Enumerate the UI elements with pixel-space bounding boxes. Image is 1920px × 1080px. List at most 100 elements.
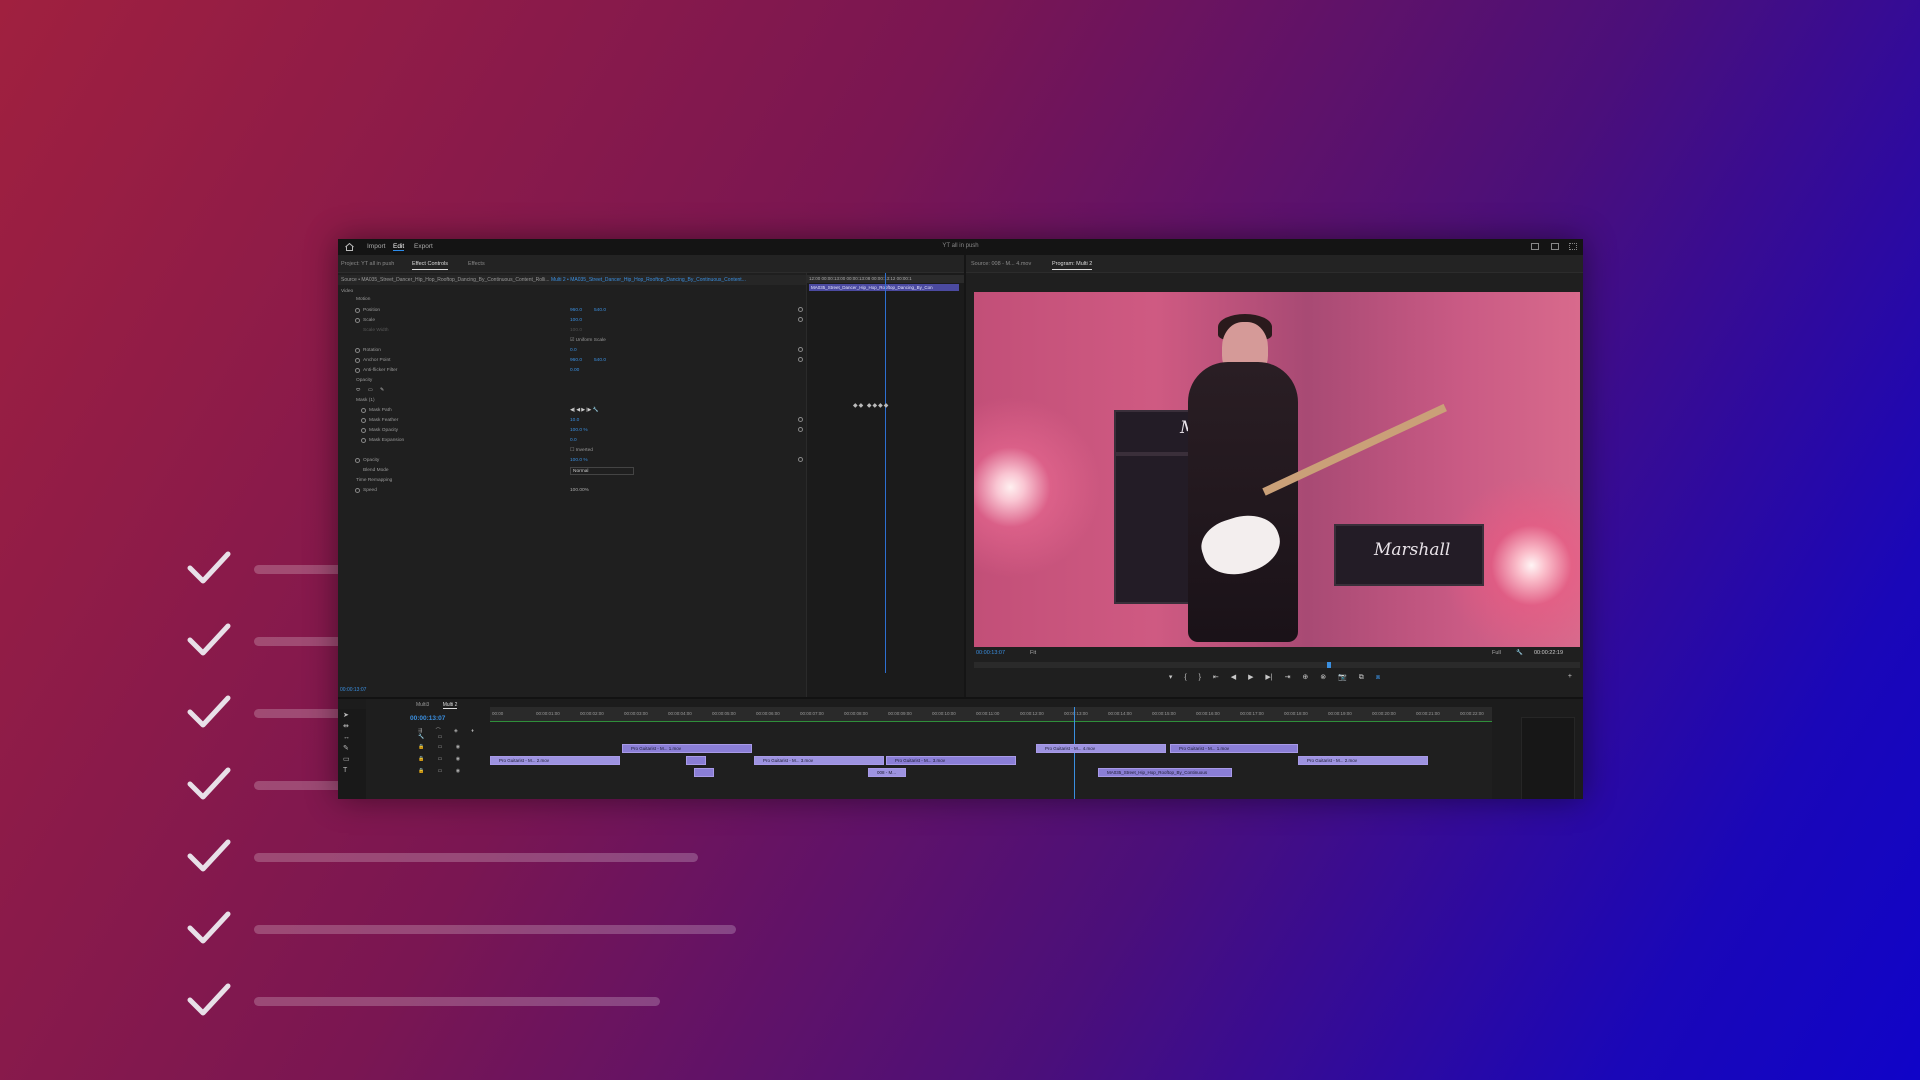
speed-row[interactable]: Speed 100.00% [338,486,803,496]
mask-opacity-row[interactable]: Mask Opacity 100.0 % [338,426,803,436]
mask-path-row[interactable]: Mask Path ◀| ◀ ▶ |▶ 🔧 [338,406,803,416]
tab-program[interactable]: Program: Multi 2 [1052,261,1093,270]
multicam-icon[interactable]: ⧈ [1376,674,1380,682]
stopwatch-icon[interactable] [355,488,360,493]
time-remap-row[interactable]: Time Remapping [338,476,803,486]
position-x-value[interactable]: 960.0 [570,306,582,316]
speed-value[interactable]: 100.00% [570,486,589,496]
mask-opacity-value[interactable]: 100.0 % [570,426,588,436]
source-label[interactable]: Source • MA035_Street_Dancer_Hip_Hop_Roo… [341,277,550,283]
ec-timecode[interactable]: 00:00:13:07 [340,687,366,693]
timeline-clip[interactable]: Pro Guitarist - M... 1.mov [622,744,752,753]
stopwatch-icon[interactable] [355,358,360,363]
tab-multi3[interactable]: Multi3 [416,702,429,708]
stopwatch-icon[interactable] [355,368,360,373]
export-frame-icon[interactable]: 📷 [1338,673,1347,681]
pen-mask-icon[interactable]: ✎ [380,386,384,396]
opacity-value[interactable]: 100.0 % [570,456,588,466]
overwrite-icon[interactable]: ⊗ [1320,673,1326,681]
anchor-y-value[interactable]: 540.0 [594,356,606,366]
work-area-bar[interactable] [490,721,1492,722]
blend-mode-row[interactable]: Blend Mode Normal [338,466,803,476]
stopwatch-icon[interactable] [355,318,360,323]
mark-out-icon[interactable]: } [1199,674,1201,681]
stopwatch-icon[interactable] [355,458,360,463]
sequence-label[interactable]: Multi 2 • MA035_Street_Dancer_Hip_Hop_Ro… [551,277,746,283]
stopwatch-icon[interactable] [355,348,360,353]
timeline-tracks[interactable]: 00:00 00:00:01:00 00:00:02:00 00:00:03:00 00… [490,707,1492,799]
program-playhead[interactable] [1327,662,1331,668]
go-to-in-icon[interactable]: ⇤ [1213,673,1219,681]
add-button-icon[interactable]: + [1568,673,1572,680]
inverted-row[interactable]: ☐ Inverted [338,446,803,456]
pen-tool-icon[interactable]: ✎ [343,745,353,753]
insert-icon[interactable]: ⊕ [1302,673,1308,681]
mask-expansion-value[interactable]: 0.0 [570,436,577,446]
position-y-value[interactable]: 540.0 [594,306,606,316]
reset-icon[interactable] [798,457,803,462]
ellipse-mask-icon[interactable]: ⬭ [356,386,360,396]
quality-select[interactable]: Full [1492,650,1501,656]
timeline-tools-row[interactable]: ⇶ ⌒ ◈ ♦ 🔧 ▭ [418,727,490,740]
scale-value[interactable]: 100.0 [570,316,582,326]
play-icon[interactable]: ▶ [1248,673,1253,681]
step-back-icon[interactable]: ◀ [1231,673,1236,681]
tab-multi2[interactable]: Multi 2 [442,702,458,709]
scale-row[interactable]: Scale 100.0 [338,316,803,326]
settings-icon[interactable]: 🔧 [1516,650,1523,656]
position-row[interactable]: Position 960.0 540.0 [338,306,803,316]
mask-feather-row[interactable]: Mask Feather 10.0 [338,416,803,426]
selection-tool-icon[interactable]: ➤ [343,712,353,720]
stopwatch-icon[interactable] [361,408,366,413]
timeline-clip[interactable] [686,756,706,765]
step-forward-icon[interactable]: ▶| [1265,673,1272,681]
mark-in-icon[interactable]: { [1184,674,1186,681]
stopwatch-icon[interactable] [361,428,366,433]
track-v3-controls[interactable]: 🔒 ▭ ◉ [418,744,466,750]
inverted-checkbox[interactable]: ☐ Inverted [570,446,593,456]
antiflicker-row[interactable]: Anti-flicker Filter 0.00 [338,366,803,376]
mask-feather-value[interactable]: 10.0 [570,416,579,426]
reset-icon[interactable] [798,417,803,422]
compare-icon[interactable]: ⧉ [1359,674,1364,682]
timeline-clip[interactable] [694,768,714,777]
anchor-x-value[interactable]: 960.0 [570,356,582,366]
tab-source[interactable]: Source: 008 - M... 4.mov [971,261,1031,267]
timeline-clip[interactable]: Pro Guitarist - M... 4.mov [1036,744,1166,753]
anchor-row[interactable]: Anchor Point 960.0 540.0 [338,356,803,366]
uniform-scale-checkbox[interactable]: ☑ Uniform Scale [570,336,606,346]
fullscreen-icon[interactable] [1569,243,1577,250]
program-timecode[interactable]: 00:00:13:07 [976,650,1005,656]
timeline-playhead[interactable] [1074,707,1075,799]
workspace-icon[interactable] [1531,243,1539,250]
reset-icon[interactable] [798,427,803,432]
opacity-section[interactable]: Opacity [338,376,803,386]
timeline-clip[interactable]: 008 - M... [868,768,906,777]
motion-row[interactable]: Motion [338,295,803,305]
go-to-out-icon[interactable]: ⇥ [1285,673,1291,681]
timeline-clip[interactable]: Pro Guitarist - M... 2.mov [1298,756,1428,765]
add-marker-icon[interactable]: ▾ [1169,673,1173,681]
reset-icon[interactable] [798,347,803,352]
track-v2-controls[interactable]: 🔒 ▭ ◉ [418,756,466,762]
blend-mode-select[interactable]: Normal [570,467,634,475]
timeline-clip[interactable]: Pro Guitarist - M... 1.mov [1170,744,1298,753]
reset-icon[interactable] [798,357,803,362]
track-v1-controls[interactable]: 🔒 ▭ ◉ [418,768,466,774]
timeline-ruler[interactable]: 00:00 00:00:01:00 00:00:02:00 00:00:03:00 00… [490,707,1492,721]
rect-mask-icon[interactable]: ▭ [368,386,373,396]
mask-row[interactable]: Mask (1) [338,396,803,406]
stopwatch-icon[interactable] [361,418,366,423]
ripple-edit-icon[interactable]: ⇹ [343,723,353,731]
share-icon[interactable] [1551,243,1559,250]
stopwatch-icon[interactable] [361,438,366,443]
antiflicker-value[interactable]: 0.00 [570,366,579,376]
timeline-clip[interactable]: Pro Guitarist - M... 2.mov [490,756,620,765]
timeline-timecode[interactable]: 00:00:13:07 [410,715,445,722]
rotation-value[interactable]: 0.0 [570,346,577,356]
mask-expansion-row[interactable]: Mask Expansion 0.0 [338,436,803,446]
slip-tool-icon[interactable]: ↔ [343,734,353,742]
zoom-select[interactable]: Fit [1030,650,1036,656]
uniform-scale-row[interactable]: ☑ Uniform Scale [338,336,803,346]
program-scrubber[interactable] [974,662,1580,668]
